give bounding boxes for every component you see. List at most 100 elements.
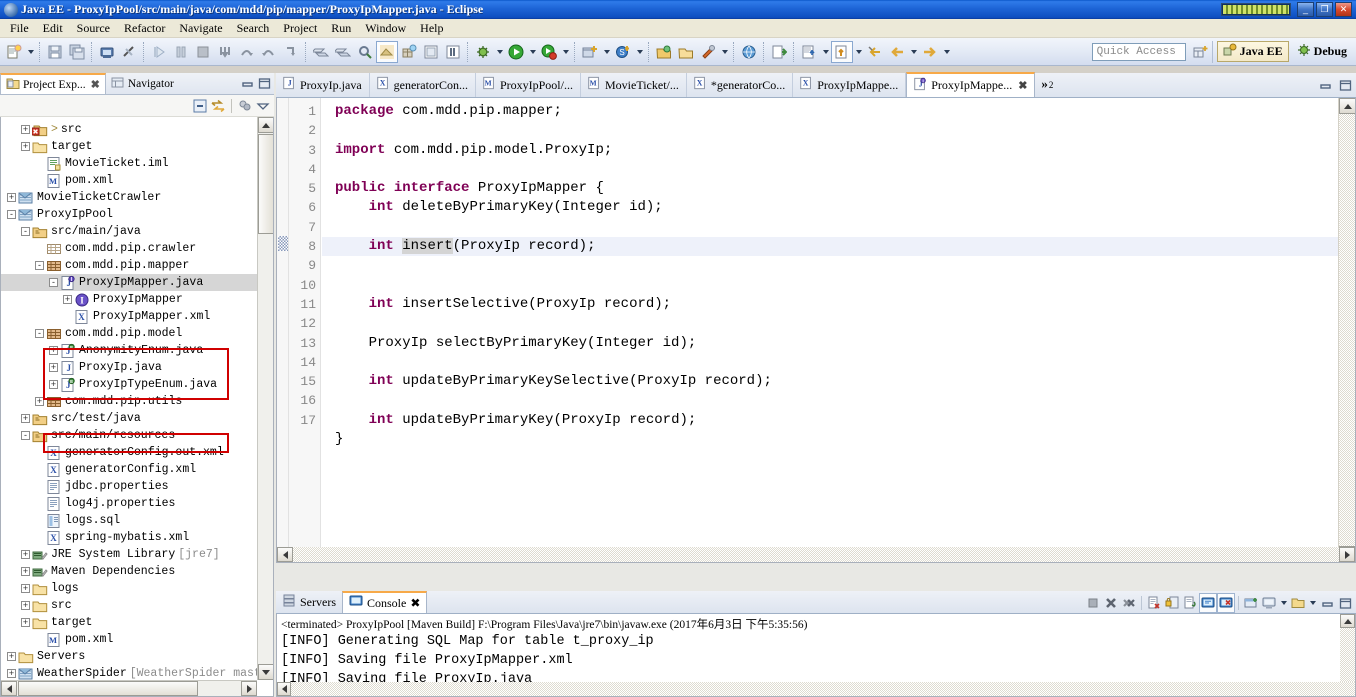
expand-icon[interactable]: + [7,669,16,678]
globe-icon[interactable] [738,41,760,63]
expand-icon[interactable]: + [21,601,30,610]
tree-item-pom-xml[interactable]: Mpom.xml [1,631,257,648]
tree-scroll-up-button[interactable] [258,117,273,133]
console-scroll-left-button[interactable] [277,682,291,696]
tree-item-src-main-resources[interactable]: - src/main/resources [1,427,257,444]
open-perspective-button-icon[interactable] [1190,41,1212,63]
minimize-editor-icon[interactable] [1317,77,1333,93]
editor-horizontal-scrollbar[interactable] [277,547,1355,562]
save-icon[interactable] [44,41,66,63]
print-icon[interactable] [96,41,118,63]
tree-item-proxyipmapper-xml[interactable]: X ProxyIpMapper.xml [1,308,257,325]
editor-scroll-right-button[interactable] [1339,547,1355,562]
external-tools-icon[interactable] [697,41,719,63]
editor-tab-1[interactable]: XgeneratorCon... [370,73,476,97]
tree-item-pom-xml[interactable]: Mpom.xml [1,172,257,189]
focus-on-active-task-icon[interactable] [237,98,253,114]
new-java-package-icon[interactable] [398,41,420,63]
tree-item-proxyipmapper-java[interactable]: - J I ProxyIpMapper.java [1,274,257,291]
suspend-icon[interactable] [170,41,192,63]
maximize-console-icon[interactable] [1336,593,1354,613]
external-tools-dropdown-arrow[interactable] [719,41,730,63]
collapse-icon[interactable]: - [35,261,44,270]
collapse-icon[interactable]: - [35,329,44,338]
upload-dropdown-arrow[interactable] [853,41,864,63]
new-java-project-icon[interactable] [579,41,601,63]
menu-file[interactable]: File [3,19,36,38]
tree-item-log4j-properties[interactable]: log4j.properties [1,495,257,512]
pin-console-icon[interactable] [1242,593,1260,613]
tab-navigator[interactable]: Navigator [106,73,179,94]
close-icon[interactable]: ✖ [410,596,420,611]
step-over-icon[interactable] [236,41,258,63]
tree-item-anonymityenum-java[interactable]: + J E AnonymityEnum.java [1,342,257,359]
run-last-tool-icon[interactable] [538,41,560,63]
tree-scroll-thumb[interactable] [258,134,273,234]
perspective-java-ee[interactable]: Java EE [1216,41,1289,62]
menu-refactor[interactable]: Refactor [117,19,172,38]
save-all-icon[interactable] [66,41,88,63]
editor-tab-0[interactable]: J ProxyIp.java [276,73,370,97]
console-horizontal-scrollbar[interactable] [277,682,1355,696]
console-output[interactable]: <terminated> ProxyIpPool [Maven Build] F… [276,614,1356,697]
new-wizard-icon[interactable] [3,41,25,63]
tree-item-maven-dependencies[interactable]: + Maven Dependencies [1,563,257,580]
tree-item-jdbc-properties[interactable]: jdbc.properties [1,478,257,495]
close-icon[interactable]: ✖ [1018,79,1027,92]
expand-icon[interactable]: + [49,363,58,372]
maximize-editor-icon[interactable] [1337,77,1353,93]
terminate-icon[interactable] [192,41,214,63]
expand-icon[interactable]: + [21,550,30,559]
menu-edit[interactable]: Edit [36,19,70,38]
editor-tab-5[interactable]: X ProxyIpMappe... [793,73,907,97]
collapse-icon[interactable]: - [21,227,30,236]
export-dropdown-arrow[interactable] [820,41,831,63]
tab-console[interactable]: Console ✖ [342,591,428,613]
tree-item-jre-system-library[interactable]: + JRE System Library [jre7] [1,546,257,563]
tab-servers[interactable]: Servers [276,591,342,613]
new-java-project-dropdown-arrow[interactable] [601,41,612,63]
new-wizard-dropdown-arrow[interactable] [25,41,36,63]
export-icon[interactable] [798,41,820,63]
editor-tab-3[interactable]: M MovieTicket/... [581,73,687,97]
menu-run[interactable]: Run [324,19,358,38]
perspective-debug[interactable]: Debug [1291,41,1353,62]
tree-item-logs-sql[interactable]: logs.sql [1,512,257,529]
open-console-dropdown-arrow[interactable] [1307,592,1318,614]
tab-project-explorer[interactable]: Project Exp... ✖ [0,73,106,94]
toggle-block-selection-icon[interactable] [420,41,442,63]
tree-item-src-main-java[interactable]: - src/main/java [1,223,257,240]
tree-item-target[interactable]: + target [1,138,257,155]
expand-icon[interactable]: + [63,295,72,304]
expand-icon[interactable]: + [21,142,30,151]
run-dropdown-arrow[interactable] [527,41,538,63]
tree-horizontal-scrollbar[interactable] [1,680,257,696]
search-icon[interactable] [354,41,376,63]
show-whitespace-icon[interactable] [376,40,398,63]
expand-icon[interactable]: + [49,346,58,355]
display-selected-console-dropdown-arrow[interactable] [1278,592,1289,614]
tree-item-generatorconfig-xml[interactable]: XgeneratorConfig.xml [1,461,257,478]
editor-tab-2[interactable]: M ProxyIpPool/... [476,73,581,97]
open-task-icon[interactable] [332,41,354,63]
expand-icon[interactable]: + [21,414,30,423]
tree-scroll-left-button[interactable] [1,681,17,696]
tree-item-com-mdd-pip-crawler[interactable]: com.mdd.pip.crawler [1,240,257,257]
menu-project[interactable]: Project [276,19,324,38]
restore-button[interactable]: ❐ [1316,2,1333,17]
terminate-all-icon[interactable] [1084,593,1102,613]
collapse-icon[interactable]: - [49,278,58,287]
run-icon[interactable] [505,41,527,63]
debug-icon[interactable] [472,41,494,63]
run-last-dropdown-arrow[interactable] [560,41,571,63]
maximize-view-icon[interactable] [256,75,272,91]
editor-vertical-scrollbar[interactable] [1338,98,1355,562]
editor-tab-6[interactable]: J I ProxyIpMappe... ✖ [906,72,1036,97]
tree-item-com-mdd-pip-mapper[interactable]: - com.mdd.pip.mapper [1,257,257,274]
expand-icon[interactable]: + [7,193,16,202]
tree-scroll-down-button[interactable] [258,664,273,680]
tree-vertical-scrollbar[interactable] [257,117,273,680]
tree-item-spring-mybatis-xml[interactable]: Xspring-mybatis.xml [1,529,257,546]
import-icon[interactable] [768,41,790,63]
back-dropdown-arrow[interactable] [908,41,919,63]
